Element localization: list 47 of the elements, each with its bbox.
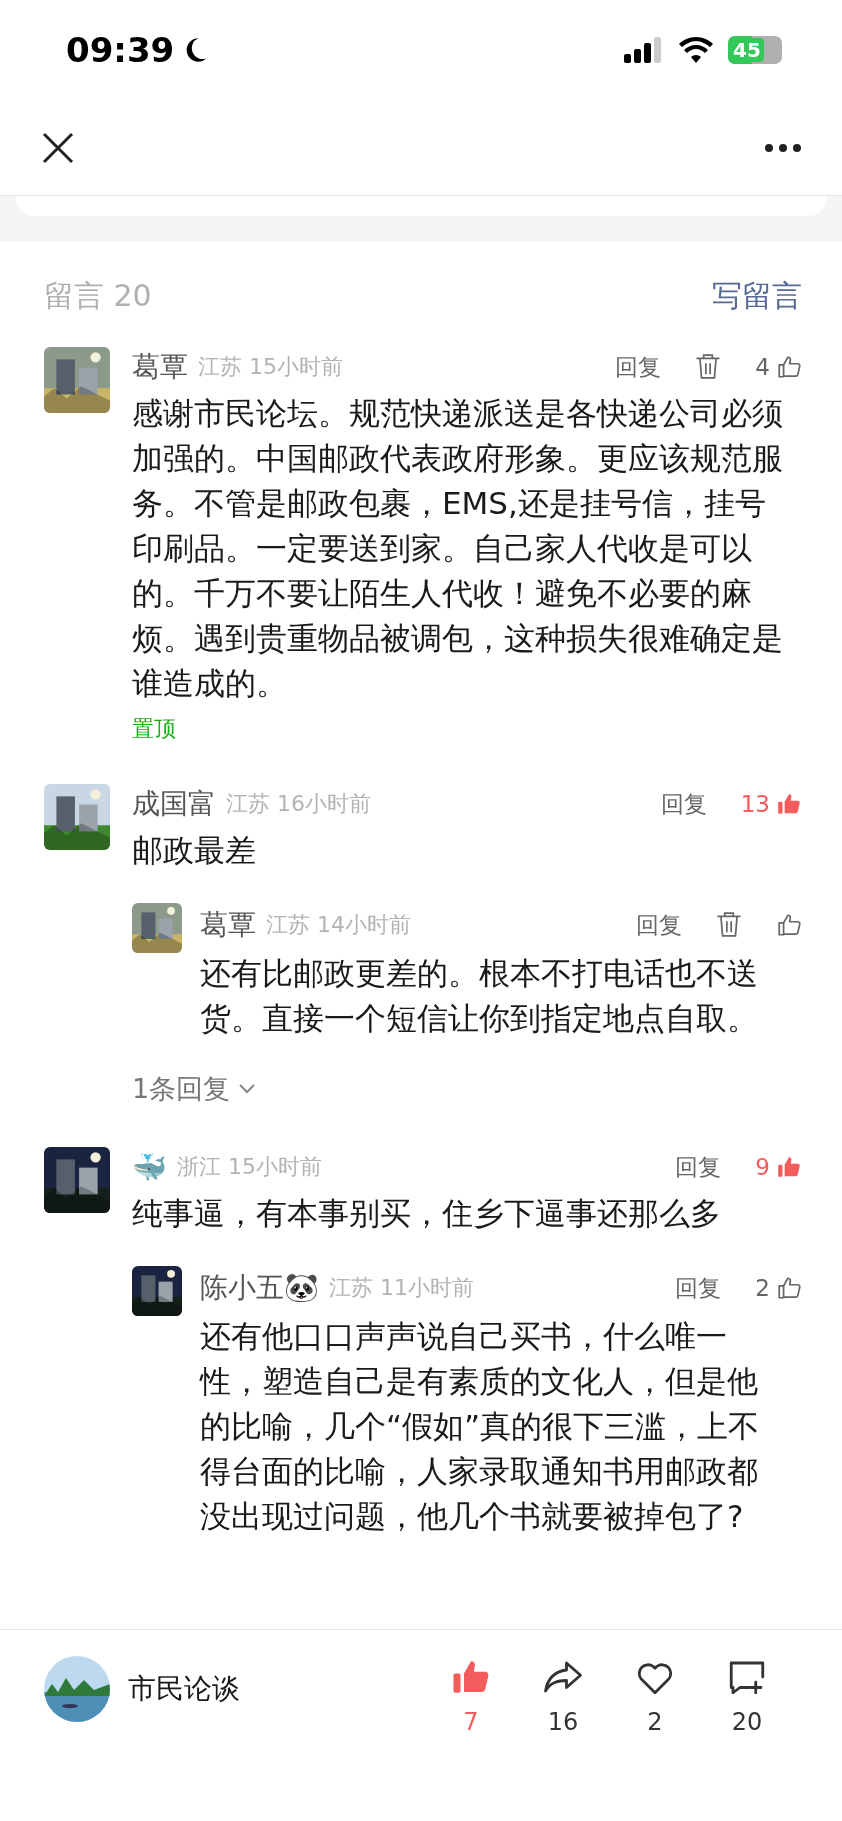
- more-replies-link[interactable]: 1条回复: [132, 1071, 257, 1107]
- comment-action-button[interactable]: 20: [712, 1656, 782, 1736]
- chevron-down-icon: [238, 1083, 257, 1095]
- reply-link[interactable]: 回复: [636, 909, 682, 941]
- thumbs-up-icon[interactable]: [776, 912, 802, 938]
- author-name: 陈小五🐼: [200, 1270, 319, 1306]
- trash-icon[interactable]: [716, 911, 742, 939]
- reply-link[interactable]: 回复: [615, 351, 662, 383]
- write-comment-link[interactable]: 写留言: [712, 276, 802, 317]
- account-name: 市民论谈: [128, 1671, 240, 1707]
- author-name: 葛覃: [200, 907, 256, 943]
- close-icon[interactable]: [42, 131, 74, 164]
- comment-text: 感谢市民论坛。规范快递派送是各快递公司必须加强的。中国邮政代表政府形象。更应该规范服务。不管是邮政包裹，EMS,还是挂号信，挂号印刷品。一定要送到家。自己家人代收是可以的。千万不要让陌生人代收！避免不必要的麻烦。遇到贵重物品被调包，这种损失很难确定是谁造成的。: [132, 394, 784, 703]
- trash-icon[interactable]: [695, 353, 722, 381]
- favorite-action-button[interactable]: 2: [620, 1656, 690, 1736]
- comment-text: 还有比邮政更差的。根本不打电话也不送货。直接一个短信让你到指定地点自取。: [200, 954, 759, 1038]
- comment-text: 还有他口口声声说自己买书，什么唯一性，塑造自己是有素质的文化人，但是他的比喻，几个“假如”真的很下三滥，上不得台面的比喻，人家录取通知书用邮政都没出现过问题，他几个书就要被掉包了?: [200, 1317, 761, 1536]
- like-count: 2: [755, 1275, 770, 1301]
- thumbs-up-filled-icon[interactable]: [776, 791, 802, 817]
- reply-link[interactable]: 回复: [660, 788, 707, 820]
- comment-text: 纯事逼，有本事别买，住乡下逼事还那么多: [132, 1194, 722, 1233]
- thumbs-up-filled-icon[interactable]: [776, 1154, 802, 1180]
- comment-meta: 浙江 15小时前: [177, 1153, 322, 1181]
- signal-icon: [624, 37, 664, 63]
- pinned-label: 置顶: [132, 715, 176, 743]
- thumbs-up-icon[interactable]: [776, 1275, 802, 1301]
- comment-meta: 江苏 11小时前: [329, 1274, 474, 1302]
- thumbs-up-icon[interactable]: [776, 354, 802, 380]
- wifi-icon: [678, 37, 714, 63]
- status-time: 09:39: [66, 30, 175, 70]
- like-count: 4: [755, 354, 770, 380]
- more-icon[interactable]: [764, 142, 802, 153]
- like-count: 9: [755, 1154, 770, 1180]
- reply-link[interactable]: 回复: [675, 1151, 722, 1183]
- author-name: 成国富: [132, 786, 216, 822]
- share-action-button[interactable]: 16: [528, 1656, 598, 1736]
- like-count: 13: [740, 791, 770, 817]
- comment-text: 邮政最差: [132, 831, 257, 870]
- reply-link[interactable]: 回复: [675, 1272, 722, 1304]
- like-action-button[interactable]: 7: [436, 1656, 506, 1736]
- author-name: 🐳: [132, 1150, 167, 1184]
- comment-meta: 江苏 16小时前: [226, 790, 371, 818]
- comments-count-title: 留言 20: [44, 277, 152, 315]
- comment-meta: 江苏 15小时前: [198, 353, 343, 381]
- author-name: 葛覃: [132, 349, 188, 385]
- battery-icon: 45: [728, 36, 782, 64]
- comment-meta: 江苏 14小时前: [266, 911, 411, 939]
